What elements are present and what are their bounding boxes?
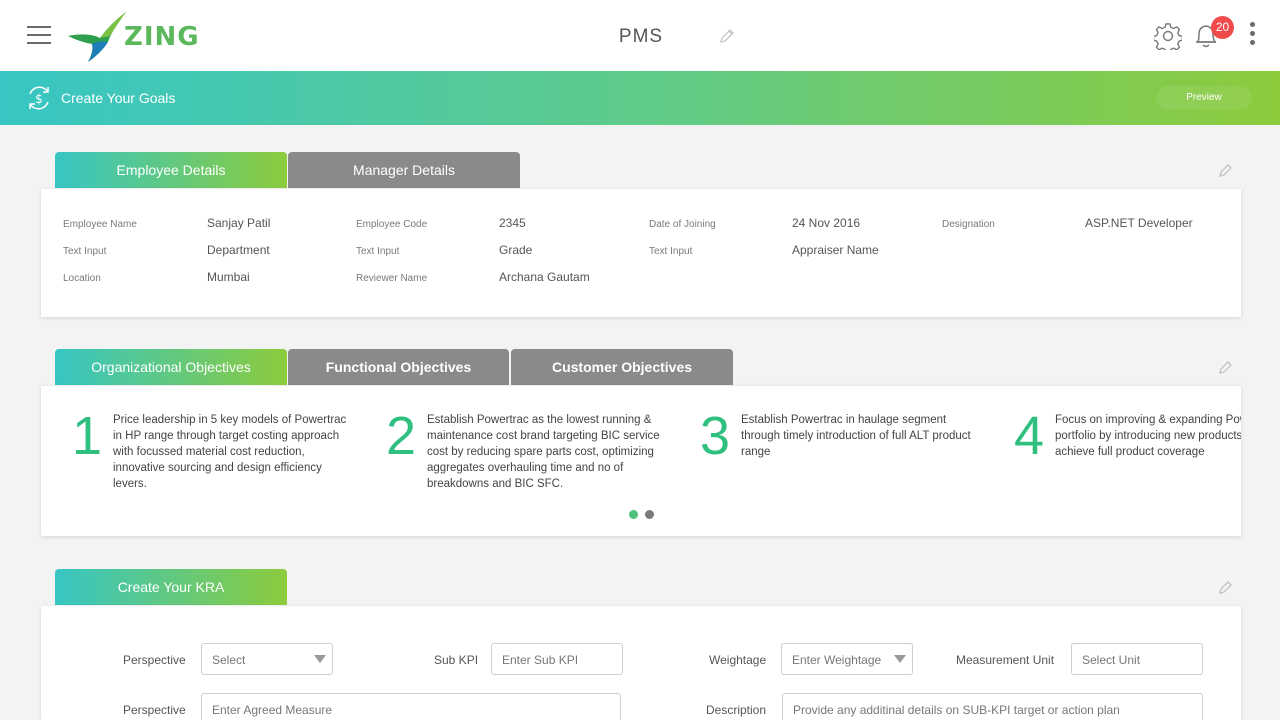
weightage-label: Weightage	[709, 653, 767, 667]
app-header: ZING PMS 20	[0, 0, 1280, 71]
employee-details-card: Employee Name Sanjay Patil Employee Code…	[41, 189, 1241, 317]
tab-create-kra[interactable]: Create Your KRA	[55, 569, 287, 605]
pencil-icon[interactable]	[1218, 162, 1234, 178]
objective-number: 2	[386, 406, 417, 466]
perspective-label: Perspective	[123, 653, 186, 667]
objective-text: Establish Powertrac in haulage segment t…	[741, 414, 971, 458]
sub-kpi-input[interactable]: Enter Sub KPI	[491, 643, 623, 675]
tab-employee-details[interactable]: Employee Details	[55, 152, 287, 188]
sub-kpi-placeholder: Enter Sub KPI	[502, 653, 579, 667]
value-employee-code: 2345	[499, 216, 526, 230]
tab-organizational-objectives[interactable]: Organizational Objectives	[55, 349, 287, 385]
objective-text: Price leadership in 5 key models of Powe…	[113, 414, 347, 490]
value-location: Mumbai	[207, 270, 250, 284]
kra-form-card: Perspective Select Sub KPI Enter Sub KPI…	[41, 606, 1241, 720]
notification-badge[interactable]: 20	[1211, 16, 1234, 39]
agreed-measure-placeholder: Enter Agreed Measure	[212, 703, 333, 717]
label-employee-code: Employee Code	[356, 219, 428, 230]
perspective-select-value: Select	[212, 653, 246, 667]
goals-banner: $ Create Your Goals Preview	[0, 71, 1280, 125]
menu-icon[interactable]	[27, 26, 51, 44]
label-text-input: Text Input	[356, 246, 400, 257]
measurement-unit-label: Measurement Unit	[956, 653, 1055, 667]
objective-text: Establish Powertrac as the lowest runnin…	[427, 414, 660, 490]
label-date-of-joining: Date of Joining	[649, 219, 716, 230]
measurement-unit-input[interactable]: Select Unit	[1071, 643, 1203, 675]
hummingbird-icon	[68, 12, 126, 62]
logo-text: ZING	[124, 22, 200, 52]
svg-text:$: $	[35, 92, 43, 106]
preview-button[interactable]: Preview	[1156, 86, 1252, 110]
label-text-input: Text Input	[63, 246, 107, 257]
objective-text: Focus on improving & expanding Powertrac…	[1055, 414, 1241, 458]
objectives-carousel: 1 Price leadership in 5 key models of Po…	[41, 386, 1241, 536]
value-date-of-joining: 24 Nov 2016	[792, 216, 861, 230]
perspective-select[interactable]: Select	[201, 643, 333, 675]
weightage-placeholder: Enter Weightage	[792, 653, 882, 667]
sub-kpi-label: Sub KPI	[434, 653, 479, 667]
value-reviewer-name: Archana Gautam	[499, 270, 590, 284]
objective-number: 3	[700, 406, 731, 466]
tab-manager-details[interactable]: Manager Details	[288, 152, 520, 188]
description-placeholder: Provide any additinal details on SUB-KPI…	[793, 703, 1120, 717]
weightage-select[interactable]: Enter Weightage	[781, 643, 913, 675]
page-title: PMS	[618, 26, 664, 47]
carousel-dot[interactable]	[645, 510, 654, 519]
value-department: Department	[207, 243, 270, 257]
agreed-measure-input[interactable]: Enter Agreed Measure	[201, 693, 621, 720]
objective-number: 4	[1014, 406, 1045, 466]
value-grade: Grade	[499, 243, 533, 257]
label-designation: Designation	[942, 219, 995, 230]
pencil-icon[interactable]	[718, 27, 736, 45]
label-location: Location	[63, 273, 101, 284]
more-options-icon[interactable]	[1248, 22, 1256, 48]
perspective-label: Perspective	[123, 703, 186, 717]
carousel-dot-active[interactable]	[629, 510, 638, 519]
tab-functional-objectives[interactable]: Functional Objectives	[288, 349, 509, 385]
description-input[interactable]: Provide any additinal details on SUB-KPI…	[782, 693, 1203, 720]
dollar-refresh-icon: $	[29, 86, 49, 110]
value-appraiser-name: Appraiser Name	[792, 243, 879, 257]
chevron-down-icon	[314, 655, 326, 663]
chevron-down-icon	[894, 655, 906, 663]
value-employee-name: Sanjay Patil	[207, 216, 271, 230]
measurement-unit-placeholder: Select Unit	[1082, 653, 1141, 667]
logo[interactable]: ZING	[66, 10, 199, 64]
pencil-icon[interactable]	[1218, 579, 1234, 595]
tab-customer-objectives[interactable]: Customer Objectives	[511, 349, 733, 385]
description-label: Description	[706, 703, 767, 717]
banner-title: Create Your Goals	[61, 90, 176, 106]
value-designation: ASP.NET Developer	[1085, 216, 1193, 230]
label-text-input: Text Input	[649, 246, 693, 257]
gear-icon[interactable]	[1154, 22, 1182, 50]
objective-number: 1	[72, 406, 103, 466]
label-employee-name: Employee Name	[63, 219, 137, 230]
pencil-icon[interactable]	[1218, 359, 1234, 375]
label-reviewer-name: Reviewer Name	[356, 273, 428, 284]
